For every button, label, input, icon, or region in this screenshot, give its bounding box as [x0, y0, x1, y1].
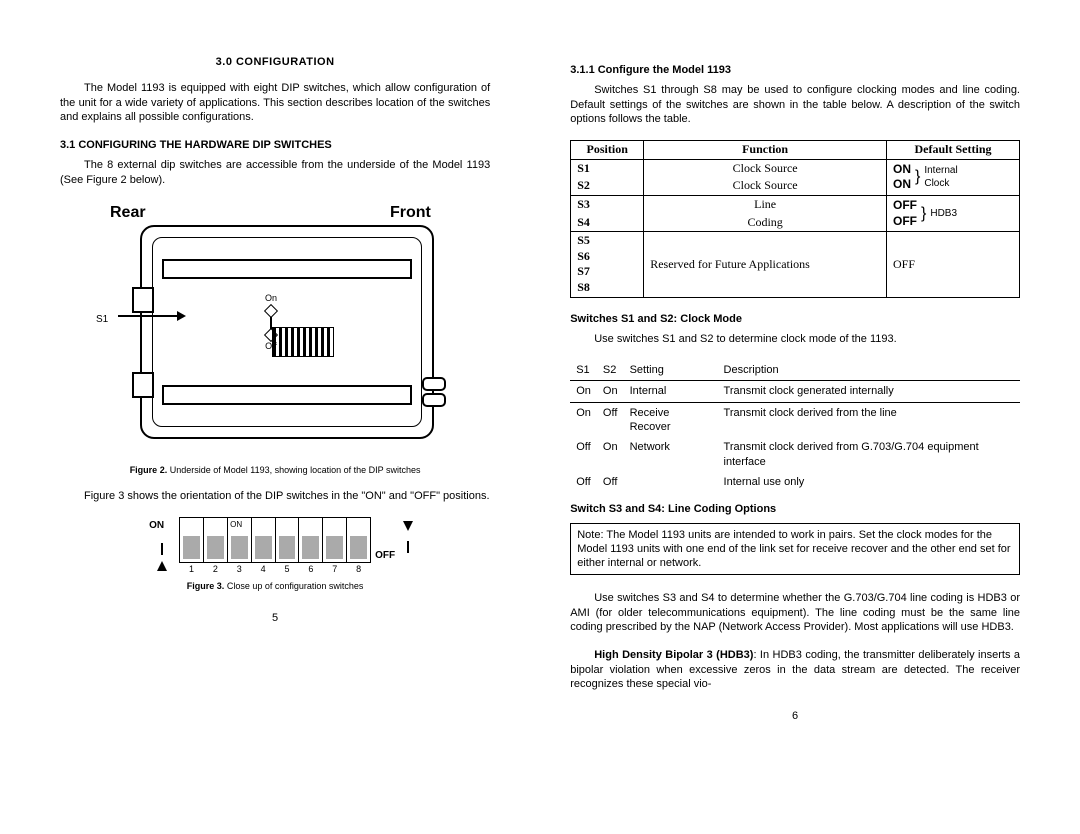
page-left: 3.0 CONFIGURATION The Model 1193 is equi… — [60, 55, 490, 723]
figure-3-text: Close up of configuration switches — [227, 581, 364, 591]
cell-def-12: ON ON } Internal Clock — [887, 159, 1020, 195]
p-3-1-1: Switches S1 through S8 may be used to co… — [570, 83, 1020, 126]
p-3-1: The 8 external dip switches are accessib… — [60, 158, 490, 187]
figure-3-label: Figure 3. — [187, 581, 225, 591]
th-s2: S2 — [597, 360, 624, 381]
dip-body: ON 1 2 3 4 5 6 7 8 — [179, 517, 371, 563]
arrow-up-icon — [157, 561, 167, 571]
label-rear: Rear — [110, 203, 146, 224]
th-s1: S1 — [570, 360, 597, 381]
cell-fn-cs: Clock Source — [644, 159, 887, 177]
cell-s3: S3 — [571, 195, 644, 213]
page-number-right: 6 — [570, 709, 1020, 723]
on-off-mini: On Off — [260, 293, 282, 352]
th-default: Default Setting — [887, 141, 1020, 160]
cell-fn-coding: Coding — [644, 214, 887, 232]
page-spread: 3.0 CONFIGURATION The Model 1193 is equi… — [0, 0, 1080, 743]
figure-2-text: Underside of Model 1193, showing locatio… — [170, 465, 421, 475]
hdb3-label: High Density Bipolar 3 (HDB3) — [594, 649, 753, 661]
figure-2-caption: Figure 2. Underside of Model 1193, showi… — [60, 465, 490, 477]
cell-def-34: OFF OFF } HDB3 — [887, 195, 1020, 231]
clock-mode-table: S1 S2 Setting Description On On Internal… — [570, 360, 1020, 492]
port-icon — [132, 372, 154, 398]
config-table: Position Function Default Setting S1 Clo… — [570, 140, 1020, 297]
page-number-left: 5 — [60, 611, 490, 625]
port-icon — [422, 377, 446, 391]
p-hdb3: High Density Bipolar 3 (HDB3): In HDB3 c… — [570, 648, 1020, 691]
label-s1: S1 — [96, 313, 108, 326]
heading-3-1: 3.1 CONFIGURING THE HARDWARE DIP SWITCHE… — [60, 138, 490, 152]
section-title: 3.0 CONFIGURATION — [60, 55, 490, 69]
figure-3-caption: Figure 3. Close up of configuration swit… — [60, 581, 490, 593]
heading-s1-s2: Switches S1 and S2: Clock Mode — [570, 312, 1020, 326]
port-icon — [132, 287, 154, 313]
page-right: 3.1.1 Configure the Model 1193 Switches … — [570, 55, 1020, 723]
cell-def-58: OFF — [887, 232, 1020, 297]
label-front: Front — [390, 203, 431, 224]
brace-icon: } — [921, 209, 926, 219]
arrow-down-icon — [403, 521, 413, 531]
cell-s2: S2 — [571, 177, 644, 195]
label-off: Off — [260, 341, 282, 353]
cell-fn-line: Line — [644, 195, 887, 213]
th-position: Position — [571, 141, 644, 160]
device-outline — [140, 225, 434, 439]
port-icon — [422, 393, 446, 407]
th-function: Function — [644, 141, 887, 160]
cell-s5-8: S5 S6 S7 S8 — [571, 232, 644, 297]
cell-fn-cs2: Clock Source — [644, 177, 887, 195]
brace-icon: } — [915, 172, 920, 182]
p-s3-s4: Use switches S3 and S4 to determine whet… — [570, 591, 1020, 634]
label-on: ON — [149, 519, 164, 532]
arrow-icon — [118, 315, 178, 317]
figure-2-label: Figure 2. — [130, 465, 168, 475]
label-off: OFF — [375, 549, 395, 562]
heading-s3-s4: Switch S3 and S4: Line Coding Options — [570, 502, 1020, 516]
figure-2: Rear Front S1 On Off — [60, 201, 480, 461]
intro-paragraph: The Model 1193 is equipped with eight DI… — [60, 81, 490, 124]
th-setting: Setting — [624, 360, 718, 381]
p-s1-s2: Use switches S1 and S2 to determine cloc… — [570, 332, 1020, 346]
figure-3: ON ON 1 2 3 4 5 6 7 8 OFF — [135, 517, 415, 577]
th-description: Description — [718, 360, 1020, 381]
cell-s1: S1 — [571, 159, 644, 177]
cell-fn-reserved: Reserved for Future Applications — [644, 232, 887, 297]
note-box: Note: The Model 1193 units are intended … — [570, 523, 1020, 576]
cell-s4: S4 — [571, 214, 644, 232]
heading-3-1-1: 3.1.1 Configure the Model 1193 — [570, 63, 1020, 77]
p-fig3-lead: Figure 3 shows the orientation of the DI… — [60, 489, 490, 503]
